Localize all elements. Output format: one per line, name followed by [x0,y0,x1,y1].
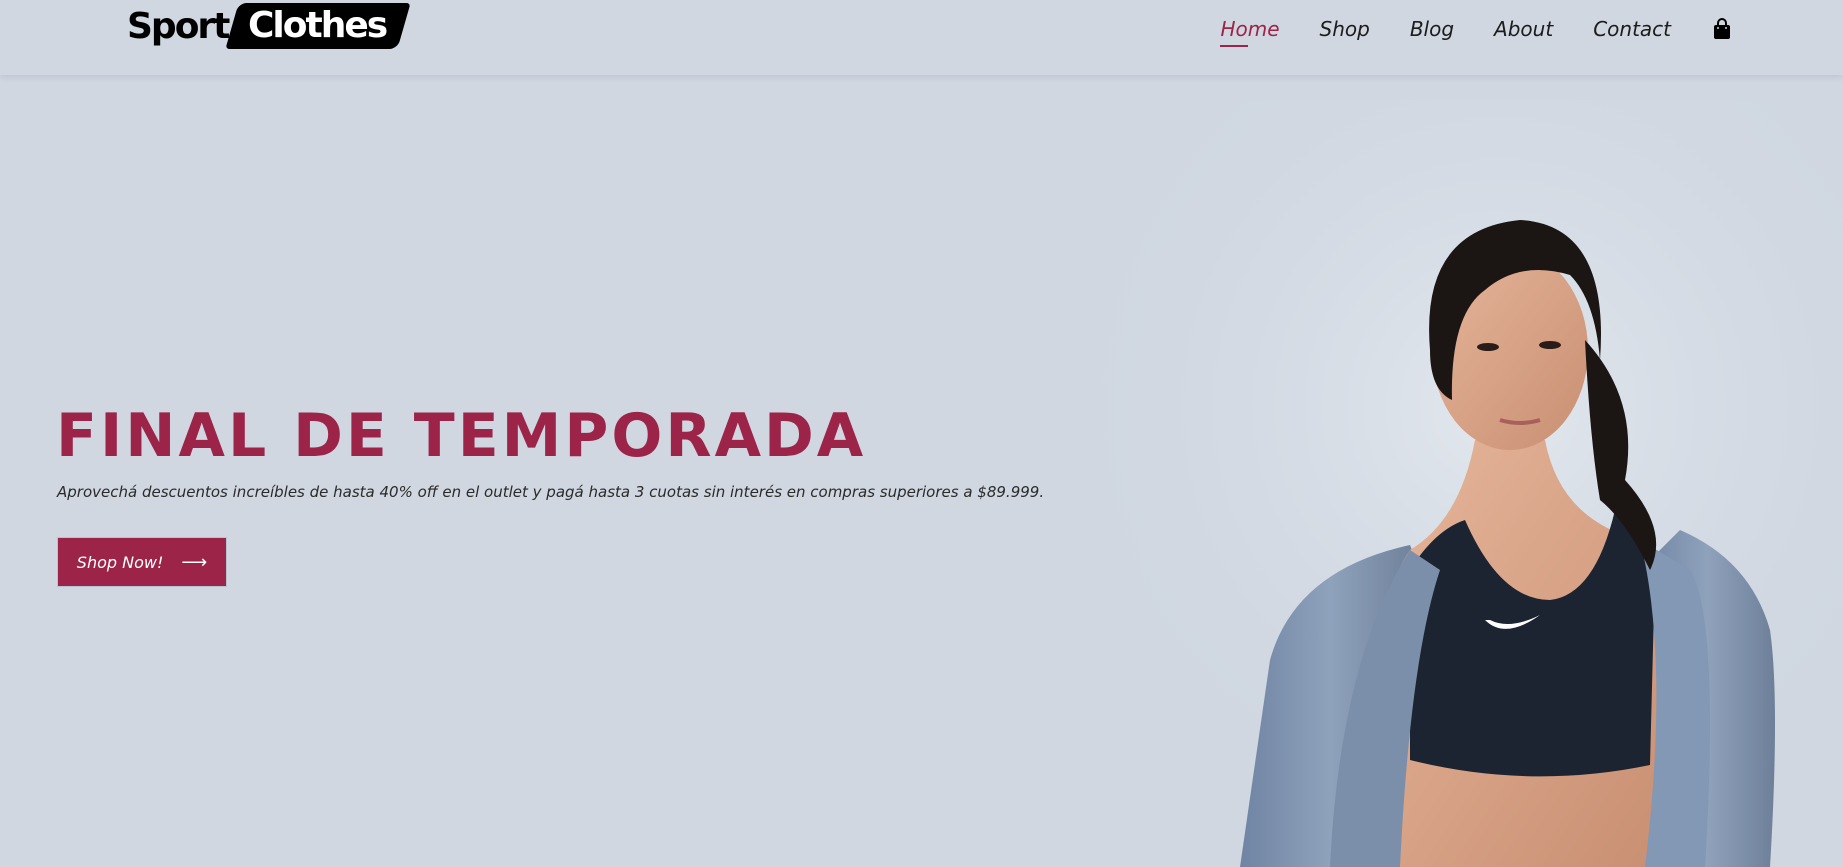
arrow-right-icon: ⟶ [181,551,208,573]
nav-item-about[interactable]: About [1494,14,1553,44]
shop-now-button[interactable]: Shop Now! ⟶ [57,537,227,587]
brand-logo[interactable]: Sport Clothes [127,2,412,50]
shopping-bag-icon[interactable] [1713,18,1731,40]
nav-item-home[interactable]: Home [1220,14,1280,47]
nav-item-shop[interactable]: Shop [1320,14,1370,44]
hero-subtitle: Aprovechá descuentos increíbles de hasta… [57,483,1045,501]
shop-now-label: Shop Now! [76,552,164,572]
logo-word-clothes: Clothes [248,5,387,46]
nav-item-blog[interactable]: Blog [1410,14,1454,44]
nav-item-contact[interactable]: Contact [1593,14,1671,44]
hero-title: FINAL DE TEMPORADA [56,401,867,471]
site-header: Sport Clothes Home Shop Blog About Conta… [0,0,1843,75]
logo-word-sport: Sport [127,5,230,47]
page: Sport Clothes Home Shop Blog About Conta… [0,0,1843,867]
hero-model-image [1080,100,1843,867]
main-nav: Home Shop Blog About Contact [1220,14,1731,47]
logo-word-clothes-box: Clothes [225,3,412,49]
